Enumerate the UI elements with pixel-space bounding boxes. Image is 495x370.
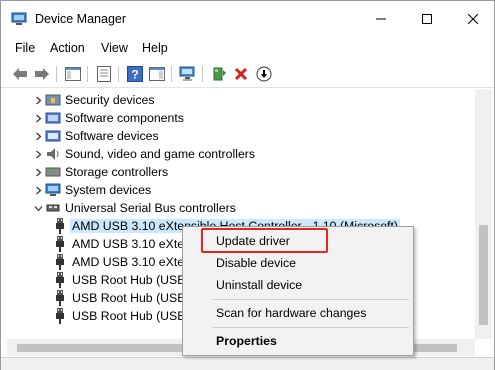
- maximize-button[interactable]: [404, 1, 450, 37]
- context-separator: [213, 299, 409, 300]
- chevron-right-icon[interactable]: [32, 163, 44, 181]
- minimize-button[interactable]: [358, 1, 404, 37]
- toolbar-separator: [202, 66, 203, 82]
- software-component-icon: [44, 110, 62, 126]
- forward-button[interactable]: [32, 64, 52, 84]
- delete-icon[interactable]: [231, 64, 251, 84]
- menu-view[interactable]: View: [101, 41, 128, 55]
- system-device-icon: [44, 182, 62, 198]
- tree-row-label: Universal Serial Bus controllers: [65, 201, 236, 215]
- tree-row-label: Storage controllers: [65, 165, 169, 179]
- menu-file[interactable]: File: [15, 41, 35, 55]
- usb-icon: [44, 200, 62, 216]
- window-title: Device Manager: [35, 12, 127, 26]
- usb-plug-icon: [51, 218, 69, 234]
- tree-category-row[interactable]: Sound, video and game controllers: [32, 145, 255, 163]
- chevron-right-icon[interactable]: [32, 109, 44, 127]
- context-uninstall-device[interactable]: Uninstall device: [183, 274, 413, 296]
- chevron-right-icon[interactable]: [32, 145, 44, 163]
- menu-help[interactable]: Help: [142, 41, 168, 55]
- toolbar-separator: [171, 66, 172, 82]
- help-icon[interactable]: ?: [125, 64, 145, 84]
- context-item-label: Uninstall device: [216, 278, 303, 292]
- tree-category-row[interactable]: Security devices: [32, 91, 155, 109]
- usb-plug-icon: [51, 308, 69, 324]
- tree-category-row[interactable]: Storage controllers: [32, 163, 168, 181]
- speaker-icon: [44, 146, 62, 162]
- tree-category-row[interactable]: Universal Serial Bus controllers: [32, 199, 236, 217]
- tree-category-row[interactable]: Software devices: [32, 127, 159, 145]
- context-item-label: Disable device: [216, 256, 296, 270]
- show-hide-console-tree-icon[interactable]: [63, 64, 83, 84]
- tree-category-row[interactable]: System devices: [32, 181, 151, 199]
- tree-row-label: Software components: [65, 111, 184, 125]
- device-manager-icon: [11, 12, 27, 26]
- software-device-icon: [44, 128, 62, 144]
- chevron-right-icon[interactable]: [32, 181, 44, 199]
- update-driver-highlight: [201, 228, 328, 253]
- properties-sheet-icon[interactable]: [94, 64, 114, 84]
- status-bar: [1, 357, 494, 370]
- usb-plug-icon: [51, 290, 69, 306]
- device-manager-window: Device Manager File Action View Help ? S…: [0, 0, 495, 370]
- menu-action[interactable]: Action: [50, 41, 85, 55]
- chevron-down-icon[interactable]: [32, 199, 44, 217]
- security-device-icon: [44, 92, 62, 108]
- context-scan-hardware[interactable]: Scan for hardware changes: [183, 302, 413, 324]
- storage-controller-icon: [44, 164, 62, 180]
- context-item-label: Properties: [216, 334, 277, 348]
- toolbar: ?: [1, 60, 494, 88]
- title-bar[interactable]: Device Manager: [1, 1, 494, 37]
- svg-text:?: ?: [131, 68, 138, 82]
- vertical-scroll-thumb[interactable]: [479, 225, 488, 325]
- context-item-label: Scan for hardware changes: [216, 306, 367, 320]
- vertical-scrollbar[interactable]: [475, 89, 492, 339]
- back-button[interactable]: [10, 64, 30, 84]
- toolbar-separator: [118, 66, 119, 82]
- tree-row-label: Software devices: [65, 129, 159, 143]
- toolbar-separator: [56, 66, 57, 82]
- chevron-right-icon[interactable]: [32, 127, 44, 145]
- context-properties[interactable]: Properties: [183, 330, 413, 352]
- toolbar-separator: [87, 66, 88, 82]
- download-icon[interactable]: [254, 64, 274, 84]
- usb-plug-icon: [51, 236, 69, 252]
- usb-plug-icon: [51, 272, 69, 288]
- update-driver-icon[interactable]: [209, 64, 229, 84]
- tree-row-label: Security devices: [65, 93, 155, 107]
- close-button[interactable]: [450, 1, 495, 37]
- context-disable-device[interactable]: Disable device: [183, 252, 413, 274]
- chevron-right-icon[interactable]: [32, 91, 44, 109]
- tree-row-label: Sound, video and game controllers: [65, 147, 256, 161]
- context-separator: [213, 327, 409, 328]
- scan-hardware-icon[interactable]: [178, 64, 198, 84]
- action-pane-icon[interactable]: [147, 64, 167, 84]
- tree-category-row[interactable]: Software components: [32, 109, 184, 127]
- usb-plug-icon: [51, 254, 69, 270]
- tree-row-label: System devices: [65, 183, 152, 197]
